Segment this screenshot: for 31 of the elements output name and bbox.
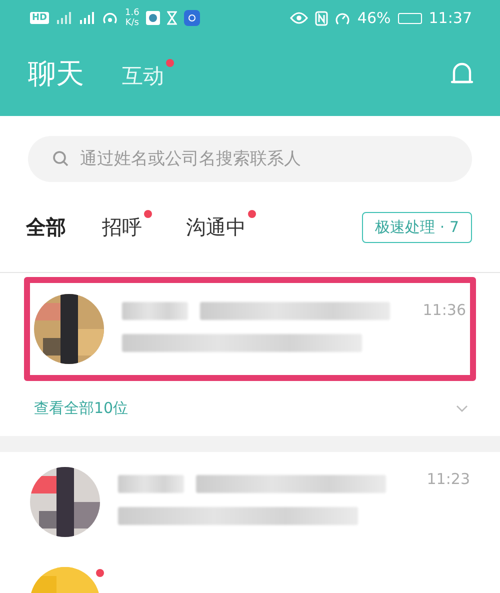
search-field[interactable]: 通过姓名或公司名搜索联系人 bbox=[28, 136, 472, 182]
blurred-name bbox=[118, 475, 184, 493]
conversation-row[interactable]: 11:23 bbox=[0, 452, 500, 552]
chevron-down-icon[interactable] bbox=[456, 404, 468, 412]
filter-tab[interactable]: 沟通中 bbox=[186, 214, 246, 240]
hd-icon: HD bbox=[30, 12, 50, 24]
quick-process-button[interactable]: 极速处理 · 7 bbox=[362, 212, 472, 242]
app-icon bbox=[146, 11, 160, 25]
speed-unit: K/s bbox=[125, 18, 139, 28]
signal-icon bbox=[79, 12, 96, 24]
gauge-icon bbox=[335, 10, 350, 26]
nfc-icon bbox=[315, 10, 328, 26]
hotspot-icon bbox=[102, 11, 118, 25]
filter-tab[interactable]: 招呼 bbox=[102, 214, 142, 240]
battery-percent: 46% bbox=[357, 9, 391, 27]
message-time: 11:36 bbox=[422, 301, 466, 319]
blurred-name bbox=[122, 302, 188, 320]
view-all-link[interactable]: 查看全部10位 bbox=[34, 399, 128, 418]
header-tab[interactable]: 互动 bbox=[122, 62, 164, 90]
clock: 11:37 bbox=[428, 9, 472, 27]
header-tab[interactable]: 聊天 bbox=[28, 56, 84, 92]
eye-icon bbox=[290, 12, 308, 24]
signal-icon bbox=[56, 12, 72, 24]
filter-tab[interactable]: 全部 bbox=[26, 214, 66, 240]
message-time: 11:23 bbox=[426, 470, 470, 488]
app-icon bbox=[184, 10, 200, 26]
network-speed: 1.6 bbox=[125, 8, 140, 18]
search-icon bbox=[52, 150, 70, 168]
battery-icon bbox=[398, 12, 422, 24]
hourglass-icon bbox=[167, 11, 178, 25]
conversation-row[interactable]: 11:36 bbox=[24, 277, 476, 381]
